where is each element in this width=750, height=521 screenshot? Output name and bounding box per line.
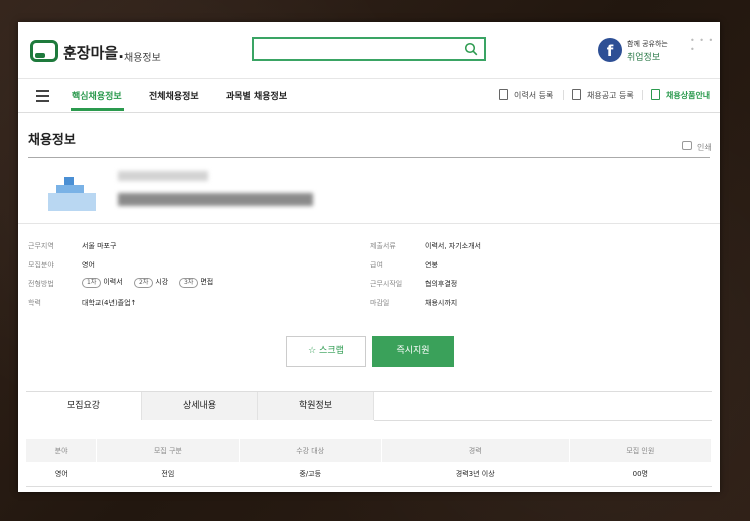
product-info-icon[interactable]: [651, 89, 660, 100]
info-divider: [18, 223, 720, 224]
nav-divider: [642, 90, 643, 100]
site-logo-text[interactable]: 훈장마을.: [63, 42, 124, 63]
star-icon: ☆: [308, 346, 317, 356]
table-cell: 전임: [96, 462, 240, 487]
nav-register-posting[interactable]: 채용공고 등록: [587, 90, 634, 101]
info-label-field: 모집분야: [28, 261, 54, 269]
table-cell: 00명: [569, 462, 712, 487]
tab-academy-info[interactable]: 학원정보: [258, 392, 374, 420]
info-value-field: 영어: [82, 261, 95, 269]
print-icon[interactable]: [682, 141, 692, 150]
company-logo-icon: [48, 177, 96, 211]
info-label-deadline: 마감일: [370, 299, 390, 307]
info-value-region: 서울 마포구: [82, 242, 117, 250]
nav-tab-subject-jobs[interactable]: 과목별 채용정보: [226, 89, 287, 102]
posting-document-icon[interactable]: [572, 89, 581, 100]
table-header: 수강 대상: [239, 439, 382, 462]
search-input[interactable]: [252, 37, 486, 61]
info-label-start-date: 근무시작일: [370, 280, 403, 288]
search-icon[interactable]: [464, 42, 478, 56]
page-title: 채용정보: [28, 133, 76, 148]
table-header: 모집 구분: [96, 439, 240, 462]
info-value-education: 대학교(4년)졸업↑: [82, 299, 137, 307]
info-value-salary: 연봉: [425, 261, 438, 269]
top-header: 훈장마을. 채용정보 f 함께 공유하는 취업정보 • • • •: [18, 22, 720, 80]
title-divider: [28, 157, 710, 158]
table-cell: 경력3년 이상: [381, 462, 570, 487]
table-header: 분야: [26, 439, 98, 462]
main-nav: 핵심채용정보 전체채용정보 과목별 채용정보 이력서 등록 채용공고 등록 채용…: [18, 78, 720, 113]
site-section-label: 채용정보: [124, 53, 161, 64]
company-name-blurred: [118, 171, 208, 181]
table-row: 영어 전임 중/고등 경력3년 이상 00명: [26, 462, 712, 487]
hamburger-menu-icon[interactable]: [36, 90, 49, 102]
tab-bar-filler: [374, 392, 712, 421]
job-detail-panel: 훈장마을. 채용정보 f 함께 공유하는 취업정보 • • • • 핵심채용정보…: [18, 22, 720, 492]
share-caption: 함께 공유하는: [627, 40, 668, 48]
info-value-deadline: 채용시까지: [425, 299, 458, 307]
print-button[interactable]: 인쇄: [697, 142, 712, 153]
site-logo-icon[interactable]: [30, 40, 58, 62]
info-label-region: 근무지역: [28, 242, 54, 250]
table-cell: 영어: [26, 462, 97, 487]
recruitment-table: 분야 모집 구분 수강 대상 경력 모집 인원 영어 전임 중/고등 경력3년 …: [26, 439, 713, 487]
apply-now-button[interactable]: 즉시지원: [372, 336, 454, 367]
process-step-2: 2차 시강: [134, 277, 168, 288]
scrap-button-label: 스크랩: [319, 346, 344, 356]
info-label-salary: 급여: [370, 261, 383, 269]
table-cell: 중/고등: [239, 462, 382, 487]
nav-product-info[interactable]: 채용상품안내: [666, 90, 710, 101]
info-label-process: 전형방법: [28, 280, 54, 288]
active-tab-indicator: [71, 108, 124, 111]
nav-tab-all-jobs[interactable]: 전체채용정보: [149, 89, 199, 102]
info-value-start-date: 협의후결정: [425, 280, 458, 288]
detail-tabs: 모집요강 상세내용 학원정보: [26, 391, 712, 421]
job-title-blurred: [118, 193, 313, 206]
info-value-documents: 이력서, 자기소개서: [425, 242, 481, 250]
table-header: 경력: [381, 439, 570, 462]
table-header-row: 분야 모집 구분 수강 대상 경력 모집 인원: [26, 439, 713, 462]
process-step-3: 3차 면접: [179, 277, 213, 288]
more-icon[interactable]: • • • •: [690, 36, 720, 54]
process-step-1: 1차 이력서: [82, 277, 123, 288]
nav-divider: [563, 90, 564, 100]
facebook-icon[interactable]: f: [598, 38, 622, 62]
share-link[interactable]: 취업정보: [627, 50, 660, 63]
scrap-button[interactable]: ☆ 스크랩: [286, 336, 366, 367]
info-label-documents: 제출서류: [370, 242, 396, 250]
nav-tab-core-jobs[interactable]: 핵심채용정보: [72, 89, 122, 102]
table-header: 모집 인원: [569, 439, 713, 462]
info-label-education: 학력: [28, 299, 41, 307]
nav-register-resume[interactable]: 이력서 등록: [514, 90, 553, 101]
resume-document-icon[interactable]: [499, 89, 508, 100]
tab-recruitment-summary[interactable]: 모집요강: [26, 392, 142, 420]
tab-details[interactable]: 상세내용: [142, 392, 258, 420]
